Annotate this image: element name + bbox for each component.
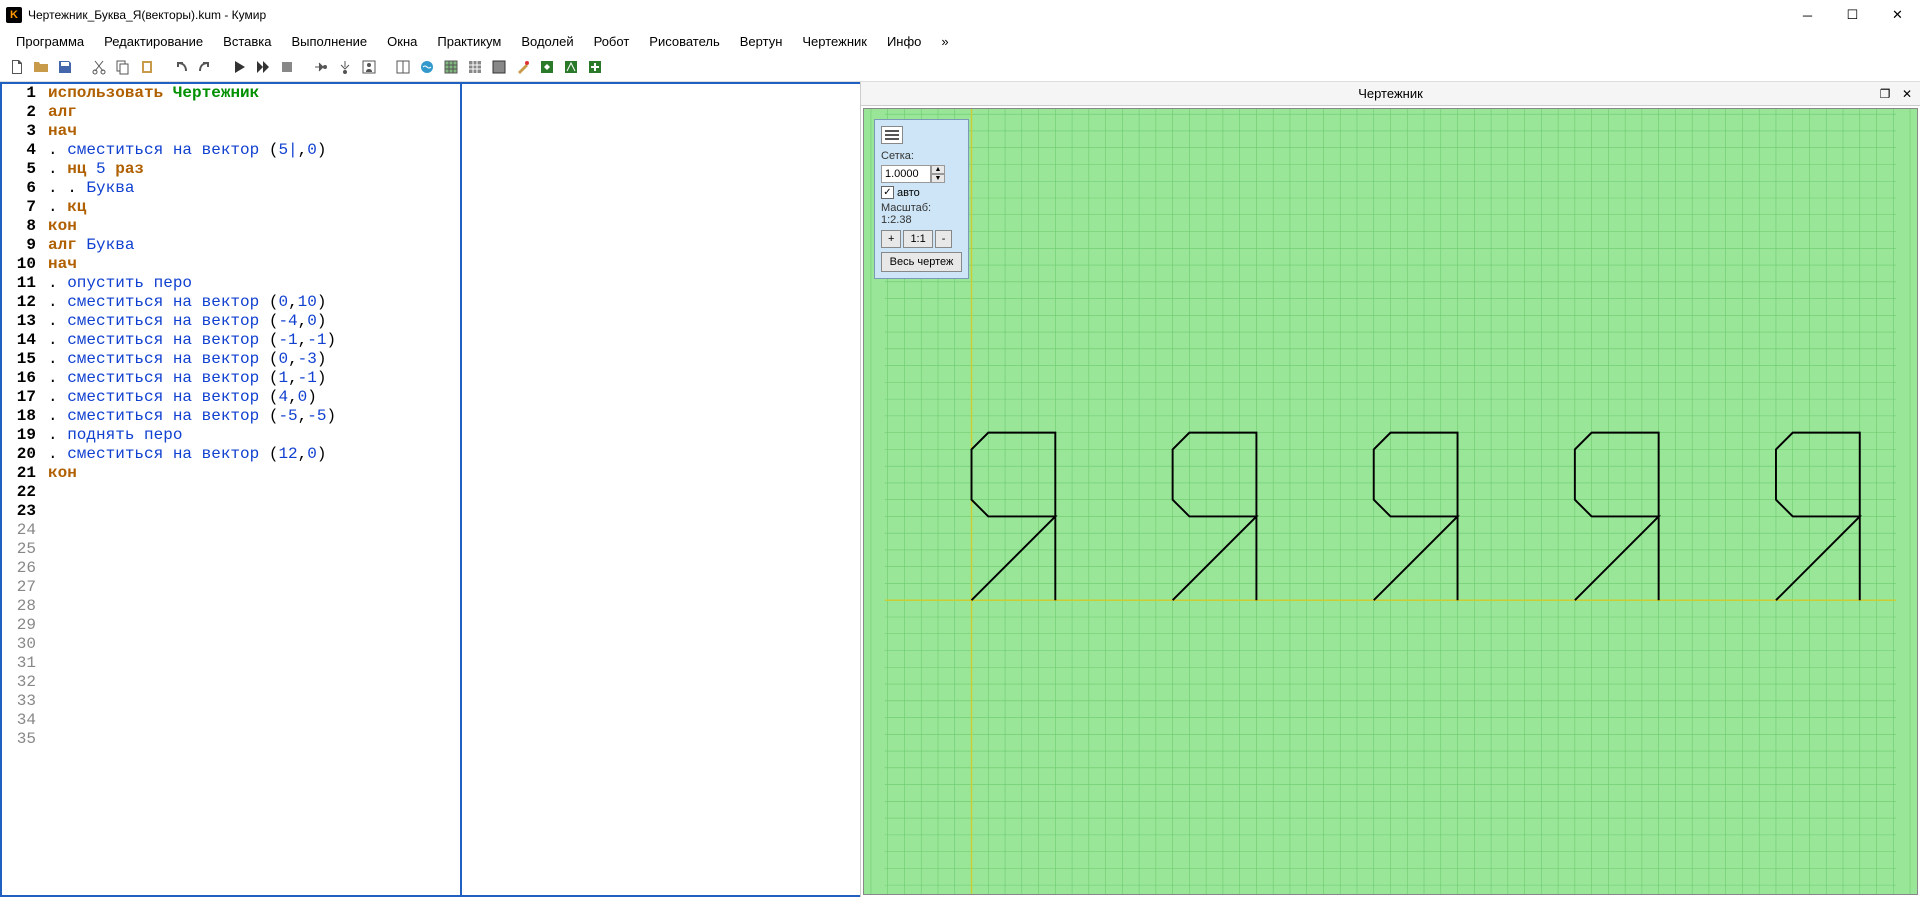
zoom-in-button[interactable]: + bbox=[881, 230, 901, 248]
grid-label: Сетка: bbox=[881, 150, 962, 162]
menu-Окна[interactable]: Окна bbox=[379, 32, 425, 51]
scale-label: Масштаб: bbox=[881, 202, 962, 214]
canvas-title-text: Чертежник bbox=[1358, 86, 1423, 101]
spin-up-icon[interactable]: ▲ bbox=[931, 165, 945, 174]
menu-»[interactable]: » bbox=[933, 32, 956, 51]
step-into-icon[interactable] bbox=[334, 56, 356, 78]
canvas-pane: Чертежник ❐ ✕ Сетка: ▲▼ ✓ авто bbox=[860, 82, 1920, 897]
menu-Практикум[interactable]: Практикум bbox=[429, 32, 509, 51]
zoom-11-button[interactable]: 1:1 bbox=[903, 230, 932, 248]
menu-Водолей[interactable]: Водолей bbox=[513, 32, 581, 51]
run-icon[interactable] bbox=[228, 56, 250, 78]
layout1-icon[interactable] bbox=[392, 56, 414, 78]
editor-right-pane bbox=[462, 84, 860, 895]
spin-down-icon[interactable]: ▼ bbox=[931, 174, 945, 183]
paste-icon[interactable] bbox=[136, 56, 158, 78]
vertun-icon[interactable] bbox=[536, 56, 558, 78]
canvas-close-icon[interactable]: ✕ bbox=[1898, 85, 1916, 103]
menu-Робот[interactable]: Робот bbox=[586, 32, 638, 51]
menu-Выполнение[interactable]: Выполнение bbox=[283, 32, 375, 51]
auto-checkbox[interactable]: ✓ bbox=[881, 186, 894, 199]
minimize-button[interactable]: ─ bbox=[1785, 0, 1830, 30]
maximize-button[interactable]: ☐ bbox=[1830, 0, 1875, 30]
zoom-out-button[interactable]: - bbox=[935, 230, 953, 248]
step-icon[interactable] bbox=[310, 56, 332, 78]
save-icon[interactable] bbox=[54, 56, 76, 78]
draw-icon[interactable] bbox=[488, 56, 510, 78]
app-icon: K bbox=[6, 7, 22, 23]
line-gutter: 1234567891011121314151617181920212223242… bbox=[2, 84, 44, 895]
canvas-maximize-icon[interactable]: ❐ bbox=[1876, 85, 1894, 103]
vodolei-icon[interactable] bbox=[416, 56, 438, 78]
grid-icon[interactable] bbox=[464, 56, 486, 78]
open-file-icon[interactable] bbox=[30, 56, 52, 78]
menu-Вертун[interactable]: Вертун bbox=[732, 32, 791, 51]
menu-Вставка[interactable]: Вставка bbox=[215, 32, 279, 51]
editor-pane: 1234567891011121314151617181920212223242… bbox=[0, 82, 860, 897]
control-panel: Сетка: ▲▼ ✓ авто Масштаб: 1:2.38 + 1:1 - bbox=[874, 119, 969, 279]
plus-icon[interactable] bbox=[584, 56, 606, 78]
panel-menu-icon[interactable] bbox=[881, 126, 903, 144]
redo-icon[interactable] bbox=[194, 56, 216, 78]
toolbar bbox=[0, 52, 1920, 82]
copy-icon[interactable] bbox=[112, 56, 134, 78]
run-fast-icon[interactable] bbox=[252, 56, 274, 78]
canvas-title-bar: Чертежник ❐ ✕ bbox=[861, 82, 1920, 106]
stop-icon[interactable] bbox=[276, 56, 298, 78]
titlebar: K Чертежник_Буква_Я(векторы).kum - Кумир… bbox=[0, 0, 1920, 30]
menu-Чертежник[interactable]: Чертежник bbox=[794, 32, 875, 51]
menu-Инфо[interactable]: Инфо bbox=[879, 32, 929, 51]
code-editor[interactable]: 1234567891011121314151617181920212223242… bbox=[2, 84, 860, 895]
code-content[interactable]: использовать Чертежникалгнач. сместиться… bbox=[44, 84, 460, 895]
paint-icon[interactable] bbox=[512, 56, 534, 78]
drawer-icon[interactable] bbox=[560, 56, 582, 78]
grid-value-input[interactable] bbox=[881, 165, 931, 183]
undo-icon[interactable] bbox=[170, 56, 192, 78]
new-file-icon[interactable] bbox=[6, 56, 28, 78]
actor-icon[interactable] bbox=[358, 56, 380, 78]
robot-icon[interactable] bbox=[440, 56, 462, 78]
canvas-area[interactable]: Сетка: ▲▼ ✓ авто Масштаб: 1:2.38 + 1:1 - bbox=[863, 108, 1918, 895]
window-title: Чертежник_Буква_Я(векторы).kum - Кумир bbox=[28, 8, 1785, 22]
close-button[interactable]: ✕ bbox=[1875, 0, 1920, 30]
auto-label: авто bbox=[897, 187, 920, 199]
cut-icon[interactable] bbox=[88, 56, 110, 78]
menu-Рисователь[interactable]: Рисователь bbox=[641, 32, 727, 51]
grid-spinner[interactable]: ▲▼ bbox=[881, 165, 945, 183]
full-view-button[interactable]: Весь чертеж bbox=[881, 252, 962, 272]
scale-value: 1:2.38 bbox=[881, 214, 962, 226]
menu-Редактирование[interactable]: Редактирование bbox=[96, 32, 211, 51]
menubar: ПрограммаРедактированиеВставкаВыполнение… bbox=[0, 30, 1920, 52]
menu-Программа[interactable]: Программа bbox=[8, 32, 92, 51]
drawing-canvas bbox=[864, 109, 1917, 894]
